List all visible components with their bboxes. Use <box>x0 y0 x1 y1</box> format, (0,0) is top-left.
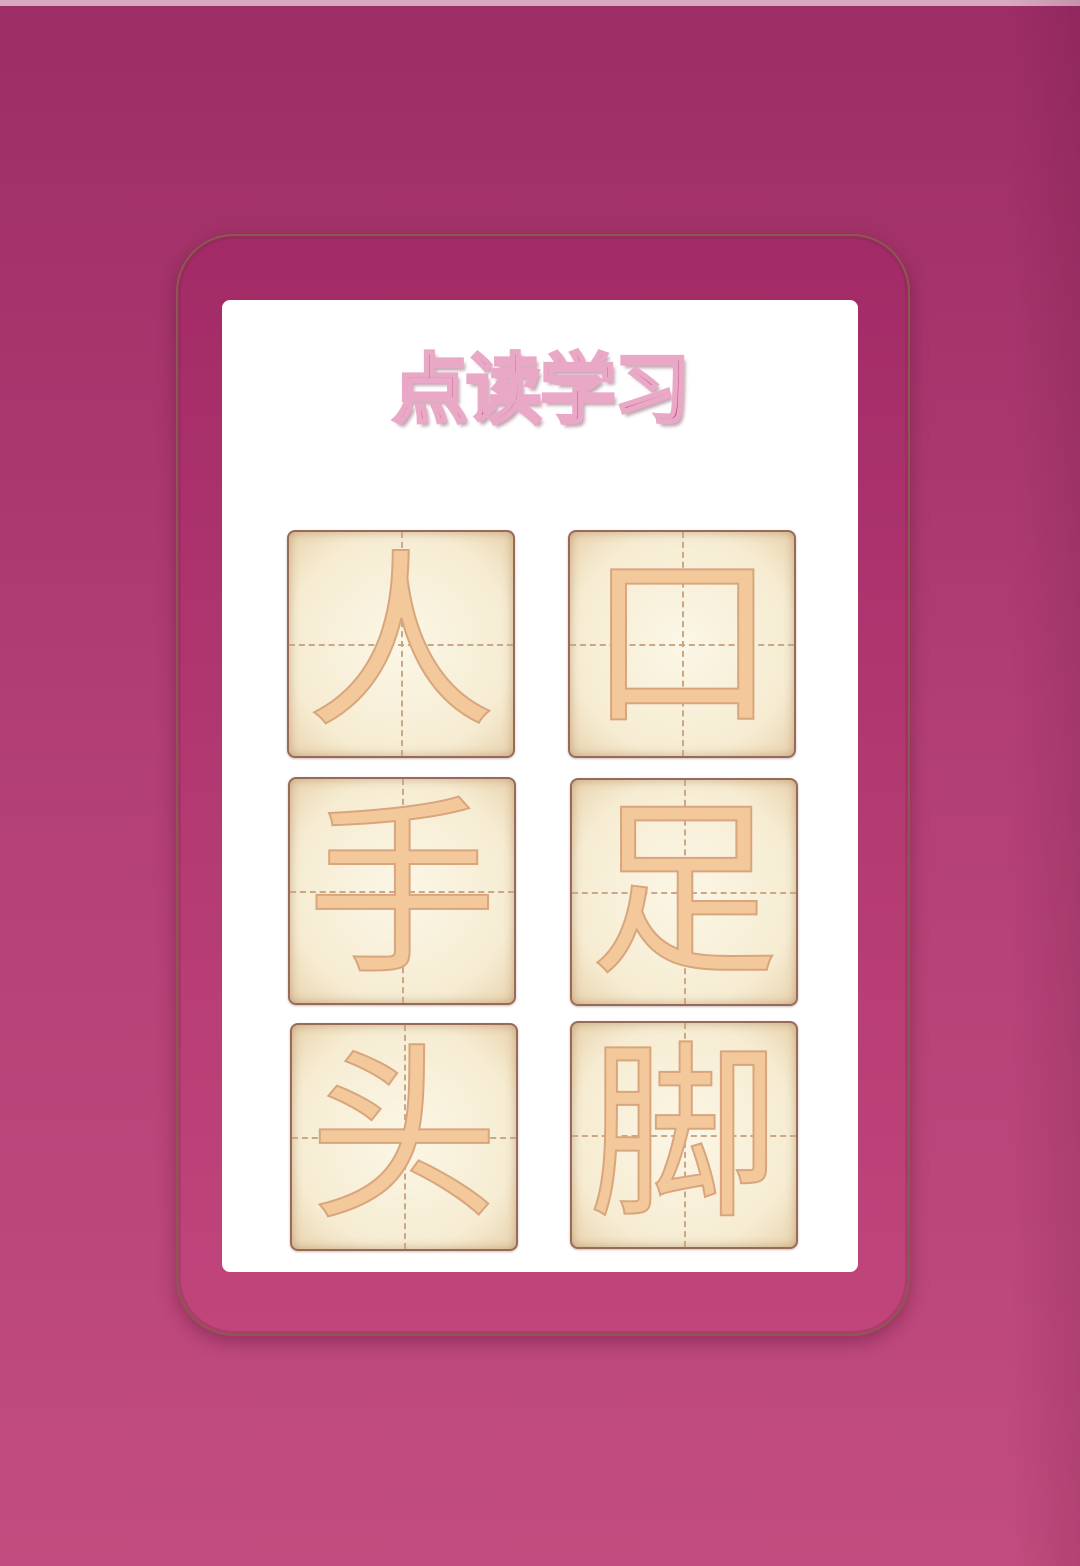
top-strip <box>0 0 1080 6</box>
character-tile-zu[interactable]: 足 <box>570 778 798 1006</box>
character-tile-shou[interactable]: 手 <box>288 777 516 1005</box>
page-title: 点读学习 <box>391 344 692 436</box>
character-tile-jiao[interactable]: 脚 <box>570 1021 798 1249</box>
tile-character: 足 <box>588 781 780 1002</box>
character-tile-ren[interactable]: 人 <box>287 530 515 758</box>
character-tile-kou[interactable]: 口 <box>568 530 796 758</box>
tile-character: 手 <box>306 780 498 1001</box>
character-tile-tou[interactable]: 头 <box>290 1023 518 1251</box>
tile-character: 头 <box>308 1026 500 1247</box>
tile-character: 人 <box>305 533 497 754</box>
tile-character: 脚 <box>588 1024 780 1245</box>
background-shade <box>1010 0 1080 1566</box>
tile-character: 口 <box>586 533 778 754</box>
